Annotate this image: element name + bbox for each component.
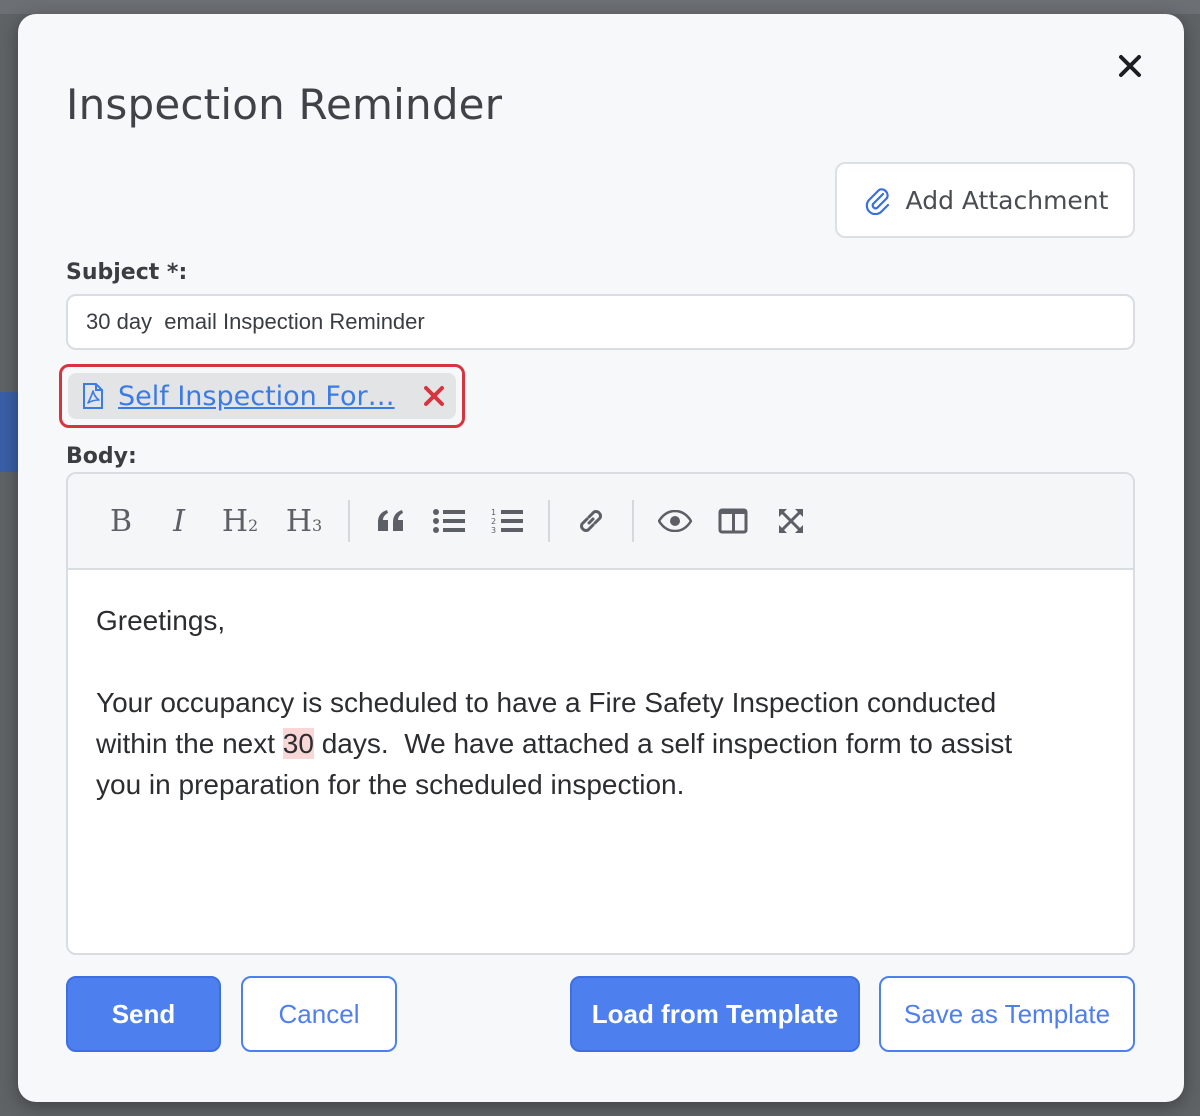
modal-title: Inspection Reminder [66,80,503,129]
load-from-template-button[interactable]: Load from Template [570,976,860,1052]
heading-3-letter: H [285,503,312,539]
attachment-highlight: Self Inspection For… [59,364,465,428]
fullscreen-icon [778,508,804,534]
attachment-chip: Self Inspection For… [68,373,456,419]
body-line-2: within the next 30 days. We have attache… [96,723,1105,764]
svg-text:1: 1 [491,508,496,517]
toolbar-separator [632,500,634,542]
heading-3-subscript: 3 [311,515,323,535]
heading-2-icon: H2 [222,504,258,539]
close-icon [1119,55,1141,77]
ordered-list-button[interactable]: 1 2 3 [484,498,530,544]
quote-icon [378,510,403,531]
background-page [0,0,1200,14]
highlighted-days: 30 [282,728,314,759]
add-attachment-button[interactable]: Add Attachment [835,162,1135,238]
heading-2-letter: H [221,503,248,539]
toolbar-separator [548,500,550,542]
markdown-editor: B I H2 H3 1 2 3 Greetings, Your occupanc… [66,472,1135,955]
remove-icon [424,386,444,406]
italic-button[interactable]: I [156,498,202,544]
body-line-2-start: within the next [96,728,283,759]
body-line-2-end: days. We have attached a self inspection… [313,728,1013,759]
heading-3-icon: H3 [286,504,322,539]
unordered-list-icon [433,509,465,533]
svg-text:3: 3 [491,526,496,535]
attachment-link[interactable]: Self Inspection For… [118,381,395,412]
cancel-button[interactable]: Cancel [241,976,397,1052]
bold-button[interactable]: B [98,498,144,544]
ordered-list-icon: 1 2 3 [491,508,523,535]
add-attachment-label: Add Attachment [905,185,1109,215]
link-button[interactable] [568,498,614,544]
svg-text:2: 2 [491,517,496,526]
bold-icon: B [109,503,133,539]
preview-icon [658,510,692,532]
subject-input[interactable] [66,294,1135,350]
body-line-3: you in preparation for the scheduled ins… [96,769,685,800]
heading-2-subscript: 2 [247,515,259,535]
fullscreen-button[interactable] [768,498,814,544]
save-as-template-button[interactable]: Save as Template [879,976,1135,1052]
pdf-file-icon [80,382,106,410]
subject-label: Subject *: [66,260,188,285]
toolbar-separator [348,500,350,542]
remove-attachment-button[interactable] [422,384,446,408]
side-by-side-icon [718,508,748,534]
body-greeting: Greetings, [96,605,226,636]
heading-3-button[interactable]: H3 [278,498,330,544]
unordered-list-button[interactable] [426,498,472,544]
side-by-side-button[interactable] [710,498,756,544]
close-button[interactable] [1116,52,1144,80]
inspection-reminder-modal: Inspection Reminder Add Attachment Subje… [18,14,1184,1102]
italic-icon: I [173,503,185,539]
send-button[interactable]: Send [66,976,221,1052]
editor-content[interactable]: Greetings, Your occupancy is scheduled t… [68,570,1133,835]
editor-toolbar: B I H2 H3 1 2 3 [68,474,1133,570]
background-sidebar-tab [0,392,18,472]
preview-button[interactable] [652,498,698,544]
body-line-1: Your occupancy is scheduled to have a Fi… [96,687,997,718]
paperclip-icon [865,188,889,215]
heading-2-button[interactable]: H2 [214,498,266,544]
body-label: Body: [66,444,137,469]
quote-button[interactable] [368,498,414,544]
link-icon [580,510,602,532]
